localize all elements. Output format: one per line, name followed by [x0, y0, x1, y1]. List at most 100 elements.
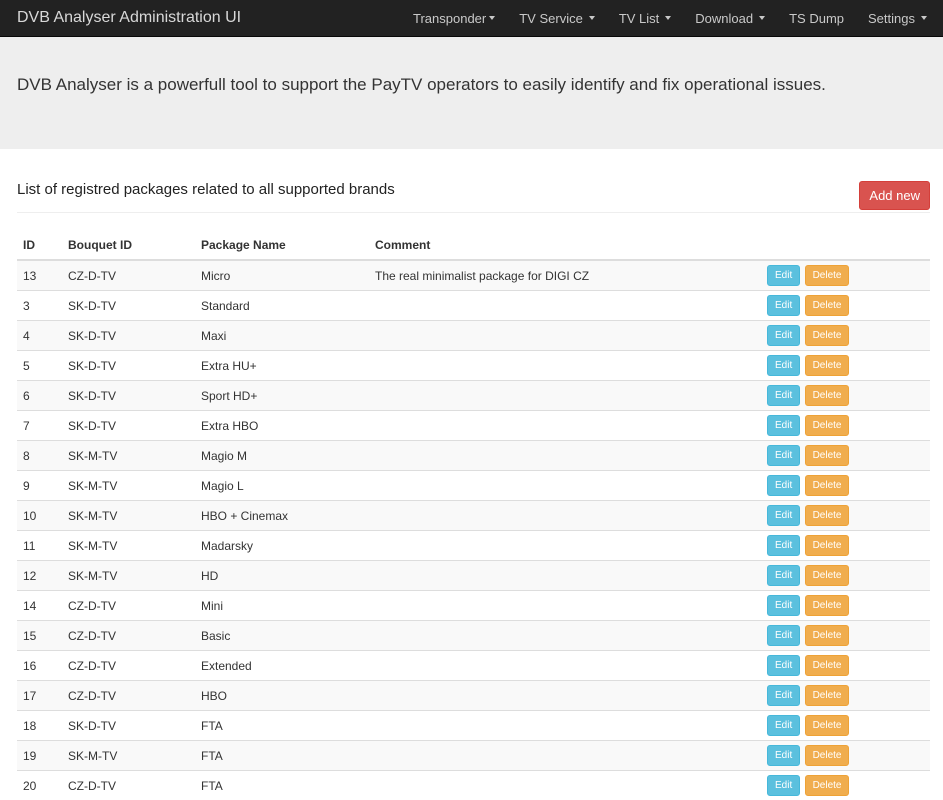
edit-button[interactable]: Edit: [767, 595, 801, 616]
table-body: 13 CZ-D-TV Micro The real minimalist packag…: [17, 259, 930, 800]
table-header-row: ID Bouquet ID Package Name Comment: [17, 231, 930, 261]
table-row: 4 SK-D-TV Maxi Edit Delete: [17, 320, 930, 351]
cell-bouquet-id: SK-M-TV: [62, 560, 195, 591]
cell-comment: [369, 500, 761, 531]
cell-actions: Edit Delete: [761, 320, 930, 351]
delete-button[interactable]: Delete: [804, 565, 850, 586]
edit-button[interactable]: Edit: [767, 715, 801, 736]
nav-item-tv-list[interactable]: TV List: [607, 0, 683, 36]
nav-menu: Transponder TV Service TV List Download …: [401, 0, 943, 36]
cell-package-name: Extended: [195, 650, 369, 681]
edit-button[interactable]: Edit: [767, 625, 801, 646]
caret-down-icon: [665, 16, 672, 20]
nav-item-ts-dump[interactable]: TS Dump: [777, 0, 856, 36]
cell-bouquet-id: SK-D-TV: [62, 320, 195, 351]
caret-down-icon: [489, 16, 496, 20]
cell-id: 17: [17, 680, 62, 711]
cell-comment: [369, 380, 761, 411]
edit-button[interactable]: Edit: [767, 685, 801, 706]
delete-button[interactable]: Delete: [804, 685, 850, 706]
table-row: 3 SK-D-TV Standard Edit Delete: [17, 290, 930, 321]
nav-item-transponder[interactable]: Transponder: [401, 0, 507, 36]
cell-package-name: Magio M: [195, 440, 369, 471]
add-new-button[interactable]: Add new: [859, 181, 930, 210]
cell-actions: Edit Delete: [761, 620, 930, 651]
delete-button[interactable]: Delete: [804, 775, 850, 796]
edit-button[interactable]: Edit: [767, 415, 801, 436]
cell-actions: Edit Delete: [761, 350, 930, 381]
cell-id: 12: [17, 560, 62, 591]
edit-button[interactable]: Edit: [767, 475, 801, 496]
nav-item-settings[interactable]: Settings: [856, 0, 939, 36]
delete-button[interactable]: Delete: [804, 625, 850, 646]
edit-button[interactable]: Edit: [767, 655, 801, 676]
delete-button[interactable]: Delete: [804, 385, 850, 406]
cell-actions: Edit Delete: [761, 410, 930, 441]
delete-button[interactable]: Delete: [804, 475, 850, 496]
edit-button[interactable]: Edit: [767, 535, 801, 556]
delete-button[interactable]: Delete: [804, 295, 850, 316]
delete-button[interactable]: Delete: [804, 445, 850, 466]
cell-id: 20: [17, 770, 62, 800]
edit-button[interactable]: Edit: [767, 505, 801, 526]
cell-actions: Edit Delete: [761, 290, 930, 321]
cell-bouquet-id: CZ-D-TV: [62, 259, 195, 291]
page-header: List of registred packages related to al…: [17, 149, 930, 213]
packages-table: ID Bouquet ID Package Name Comment 13 CZ-…: [17, 231, 930, 800]
nav-item-download[interactable]: Download: [683, 0, 777, 36]
edit-button[interactable]: Edit: [767, 295, 801, 316]
edit-button[interactable]: Edit: [767, 385, 801, 406]
cell-bouquet-id: SK-M-TV: [62, 470, 195, 501]
cell-bouquet-id: SK-D-TV: [62, 380, 195, 411]
delete-button[interactable]: Delete: [804, 265, 850, 286]
delete-button[interactable]: Delete: [804, 325, 850, 346]
nav-item-label: TS Dump: [789, 10, 845, 26]
cell-comment: [369, 710, 761, 741]
delete-button[interactable]: Delete: [804, 505, 850, 526]
edit-button[interactable]: Edit: [767, 775, 801, 796]
cell-comment: [369, 530, 761, 561]
cell-comment: [369, 770, 761, 800]
cell-comment: [369, 740, 761, 771]
cell-id: 13: [17, 259, 62, 291]
table-row: 10 SK-M-TV HBO + Cinemax Edit Delete: [17, 500, 930, 531]
nav-item-label: Transponder: [413, 10, 487, 26]
table-row: 5 SK-D-TV Extra HU+ Edit Delete: [17, 350, 930, 381]
edit-button[interactable]: Edit: [767, 565, 801, 586]
edit-button[interactable]: Edit: [767, 445, 801, 466]
cell-id: 10: [17, 500, 62, 531]
cell-package-name: Magio L: [195, 470, 369, 501]
edit-button[interactable]: Edit: [767, 265, 801, 286]
delete-button[interactable]: Delete: [804, 595, 850, 616]
table-row: 12 SK-M-TV HD Edit Delete: [17, 560, 930, 591]
delete-button[interactable]: Delete: [804, 745, 850, 766]
edit-button[interactable]: Edit: [767, 745, 801, 766]
table-row: 9 SK-M-TV Magio L Edit Delete: [17, 470, 930, 501]
table-row: 15 CZ-D-TV Basic Edit Delete: [17, 620, 930, 651]
delete-button[interactable]: Delete: [804, 655, 850, 676]
delete-button[interactable]: Delete: [804, 535, 850, 556]
cell-comment: [369, 680, 761, 711]
edit-button[interactable]: Edit: [767, 325, 801, 346]
cell-package-name: Basic: [195, 620, 369, 651]
caret-down-icon: [759, 16, 766, 20]
column-header-package-name: Package Name: [195, 231, 369, 261]
cell-package-name: FTA: [195, 740, 369, 771]
table-row: 11 SK-M-TV Madarsky Edit Delete: [17, 530, 930, 561]
cell-comment: [369, 560, 761, 591]
cell-id: 18: [17, 710, 62, 741]
delete-button[interactable]: Delete: [804, 715, 850, 736]
cell-bouquet-id: CZ-D-TV: [62, 650, 195, 681]
cell-actions: Edit Delete: [761, 560, 930, 591]
delete-button[interactable]: Delete: [804, 355, 850, 376]
caret-down-icon: [921, 16, 927, 20]
edit-button[interactable]: Edit: [767, 355, 801, 376]
delete-button[interactable]: Delete: [804, 415, 850, 436]
cell-comment: [369, 470, 761, 501]
nav-item-tv-service[interactable]: TV Service: [507, 0, 607, 36]
cell-id: 3: [17, 290, 62, 321]
cell-id: 6: [17, 380, 62, 411]
cell-actions: Edit Delete: [761, 680, 930, 711]
app-brand[interactable]: DVB Analyser Administration UI: [0, 9, 241, 27]
cell-id: 11: [17, 530, 62, 561]
